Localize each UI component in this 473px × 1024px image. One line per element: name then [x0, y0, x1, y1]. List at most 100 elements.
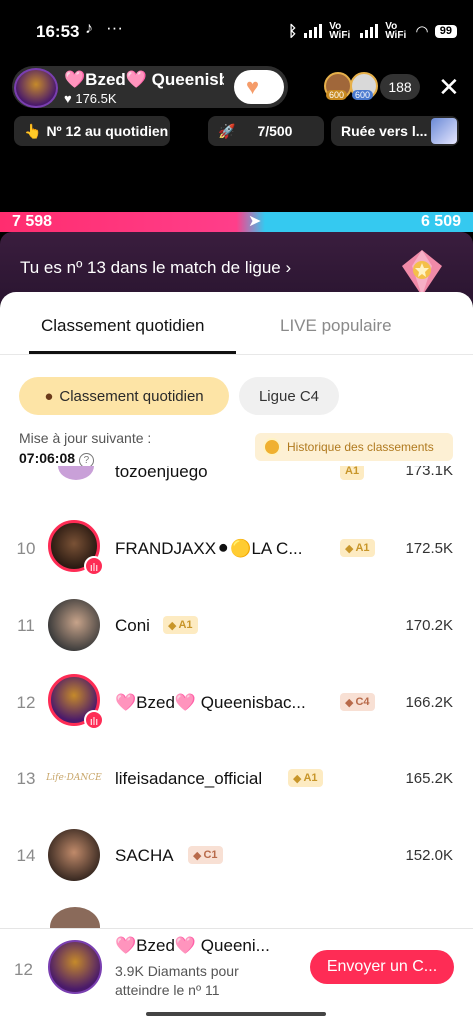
- level-text: A1: [303, 772, 318, 784]
- tiktok-icon: ♪: [85, 20, 93, 37]
- current-user-avatar[interactable]: [48, 940, 102, 994]
- gem-small-icon: ◆: [345, 542, 354, 555]
- close-icon[interactable]: ✕: [438, 72, 460, 103]
- viewer-badge: 600: [326, 90, 348, 100]
- rush-label: Ruée vers l...: [341, 123, 428, 139]
- home-indicator[interactable]: [146, 1012, 326, 1016]
- level-badge: ◆ C4: [340, 693, 375, 711]
- gem-small-icon: ◆: [193, 849, 202, 862]
- rocket-icon: 🚀: [218, 122, 236, 139]
- rank-number: 14: [16, 846, 36, 865]
- partial-avatar: [58, 466, 94, 480]
- drop-icon: ●: [44, 387, 54, 405]
- rank-number: 11: [17, 616, 35, 635]
- level-text: C1: [203, 849, 218, 861]
- viewer-badge: 600: [352, 90, 374, 100]
- battle-right-score: 6 509: [420, 213, 461, 230]
- table-row-partial[interactable]: tozoenjuego A1 173.1K: [0, 466, 473, 488]
- rush-chip[interactable]: Ruée vers l...: [331, 116, 459, 146]
- filter-league-button[interactable]: Ligue C4: [239, 377, 339, 415]
- user-name: lifeisadance_official: [115, 769, 263, 788]
- table-row[interactable]: 13 Life·DANCE lifeisadance_official ◆ A1 …: [0, 740, 473, 816]
- current-user-name: 🩷Bzed🩷 Queeni...: [115, 936, 270, 955]
- tab-popular-live[interactable]: LIVE populaire: [280, 316, 392, 336]
- table-row[interactable]: 10 ılı FRANDJAXX⚫🟡LA C... ◆ A1 172.5K: [0, 510, 473, 586]
- user-score: 170.2K: [405, 617, 453, 634]
- user-name: SACHA: [115, 846, 174, 865]
- current-user-rank: 12: [14, 960, 33, 979]
- level-badge: A1: [340, 466, 365, 480]
- gem-small-icon: ◆: [345, 696, 354, 709]
- host-likes-value: 176.5K: [75, 91, 117, 106]
- tab-divider: [0, 354, 473, 355]
- level-text: C4: [355, 696, 370, 708]
- live-badge-icon: ılı: [84, 556, 104, 576]
- hand-icon: 👆: [24, 122, 42, 139]
- league-banner-text: Tu es nº 13 dans le match de ligue ›: [20, 258, 292, 277]
- wifi-icon: ◠: [416, 22, 428, 40]
- table-row[interactable]: 11 Coni ◆ A1 170.2K: [0, 587, 473, 663]
- daily-rank-label: Nº 12 au quotidien: [46, 123, 169, 139]
- status-time: 16:53: [36, 22, 80, 41]
- league-banner-label: Tu es nº 13 dans le match de ligue: [20, 258, 281, 277]
- user-name: 🩷Bzed🩷 Queenisbac...: [115, 693, 306, 712]
- viewer-count[interactable]: 188: [380, 74, 420, 100]
- gem-small-icon: ◆: [168, 619, 177, 632]
- send-gift-button[interactable]: Envoyer un C...: [310, 950, 454, 984]
- filter-daily-label: Classement quotidien: [59, 387, 204, 405]
- user-name: FRANDJAXX⚫🟡LA C...: [115, 539, 303, 558]
- bluetooth-icon: ᛒ: [288, 22, 298, 40]
- next-update-time-value: 07:06:08: [19, 450, 76, 466]
- level-text: A1: [178, 619, 193, 631]
- history-button[interactable]: Historique des classements: [255, 433, 453, 461]
- table-row[interactable]: 14 SACHA ◆ C1 152.0K: [0, 817, 473, 893]
- follow-button[interactable]: ♥: [234, 70, 284, 104]
- user-avatar[interactable]: [48, 599, 100, 651]
- status-bar: 16:53 ♪ ··· ᛒ Vo WiFi Vo WiFi ◠ 99: [0, 0, 473, 60]
- heart-icon: ♥: [246, 74, 260, 99]
- gem-small-icon: ◆: [293, 772, 302, 785]
- table-row[interactable]: 12 ılı 🩷Bzed🩷 Queenisbac... ◆ C4 166.2K: [0, 664, 473, 740]
- daily-rank-chip[interactable]: 👆 Nº 12 au quotidien: [14, 116, 170, 146]
- rank-number: 13: [16, 769, 36, 788]
- host-likes: ♥ 176.5K: [64, 91, 117, 106]
- level-badge: ◆ A1: [288, 769, 323, 787]
- more-dots-icon: ···: [106, 18, 123, 37]
- user-avatar[interactable]: [48, 829, 100, 881]
- live-badge-icon: ılı: [84, 710, 104, 730]
- user-score: 172.5K: [405, 540, 453, 557]
- battery-icon: 99: [434, 24, 457, 38]
- current-user-gap: 3.9K Diamants pour atteindre le nº 11: [115, 963, 239, 998]
- filter-daily-button[interactable]: ● Classement quotidien: [19, 377, 229, 415]
- history-label: Historique des classements: [287, 440, 434, 454]
- battle-score-bar: 7 598 ➤ 6 509: [0, 212, 473, 232]
- goal-chip[interactable]: 🚀 7/500: [208, 116, 324, 146]
- rush-thumbnail: [431, 118, 457, 144]
- status-icons: ᛒ Vo WiFi Vo WiFi ◠ 99: [288, 21, 457, 41]
- host-avatar[interactable]: [14, 68, 58, 108]
- user-score: 165.2K: [405, 770, 453, 787]
- level-text: A1: [355, 542, 370, 554]
- signal-icon: [304, 24, 323, 38]
- goal-label: 7/500: [257, 123, 293, 139]
- host-name: 🩷Bzed🩷 Queenisbac...: [64, 70, 224, 89]
- user-name: tozoenjuego: [115, 466, 208, 481]
- user-score: 166.2K: [405, 694, 453, 711]
- level-badge: ◆ A1: [163, 616, 198, 634]
- table-row-partial[interactable]: [0, 905, 473, 928]
- user-score: 152.0K: [405, 847, 453, 864]
- user-name: Coni: [115, 616, 150, 635]
- user-avatar[interactable]: Life·DANCE: [46, 752, 102, 804]
- network-label: Vo WiFi: [329, 21, 351, 41]
- user-score: 173.1K: [405, 466, 453, 479]
- partial-avatar: [50, 907, 100, 928]
- network-label-2: Vo WiFi: [385, 21, 407, 41]
- filter-league-label: Ligue C4: [258, 387, 320, 405]
- signal-icon-2: [360, 24, 379, 38]
- rank-number: 10: [16, 539, 36, 558]
- rank-number: 12: [16, 693, 36, 712]
- level-badge: ◆ C1: [188, 846, 223, 864]
- medal-icon: [263, 438, 281, 456]
- tab-daily-ranking[interactable]: Classement quotidien: [41, 316, 204, 336]
- battle-divider-icon: ➤: [248, 213, 262, 230]
